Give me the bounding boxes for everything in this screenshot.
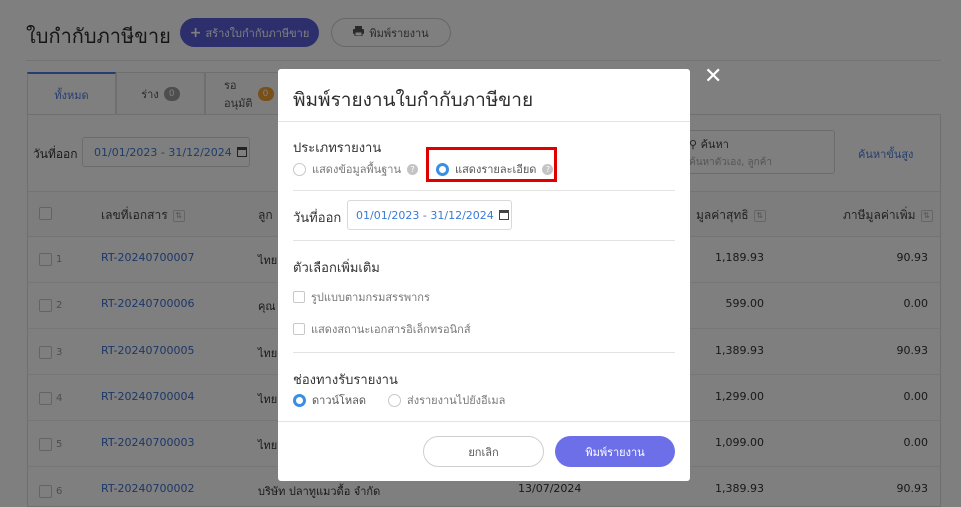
close-icon[interactable]: ✕ [704,66,722,88]
radio-button[interactable] [293,162,306,176]
print-report-dialog: พิมพ์รายงานใบกำกับภาษีขาย ประเภทรายงาน แ… [278,69,690,481]
date-range-value: 01/01/2023 - 31/12/2024 [356,208,494,222]
report-type-label: ประเภทรายงาน [293,141,382,156]
radio-download[interactable]: ดาวน์โหลด [293,391,366,409]
delivery-channel-label: ช่องทางรับรายงาน [293,373,398,388]
cancel-button[interactable]: ยกเลิก [423,436,544,467]
checkbox-label: รูปแบบตามกรมสรรพากร [311,291,430,304]
date-range-field[interactable]: 01/01/2023 - 31/12/2024 [347,200,512,230]
divider [293,352,675,353]
checkbox[interactable] [293,291,305,303]
dialog-title: พิมพ์รายงานใบกำกับภาษีขาย [293,89,534,111]
print-report-submit-button[interactable]: พิมพ์รายงาน [555,436,675,467]
calendar-icon [498,210,509,220]
checkbox-label: แสดงสถานะเอกสารอิเล็กทรอนิกส์ [311,323,471,336]
radio-button[interactable] [388,393,401,407]
checkbox-revenue-dept-format[interactable]: รูปแบบตามกรมสรรพากร [293,288,430,306]
radio-button[interactable] [293,393,306,407]
radio-label: ส่งรายงานไปยังอีเมล [407,394,506,407]
radio-label: ดาวน์โหลด [312,394,367,407]
radio-label: แสดงข้อมูลพื้นฐาน [312,163,401,176]
help-icon[interactable]: ? [406,163,418,175]
checkbox[interactable] [293,323,305,335]
divider [293,190,675,191]
issue-date-label: วันที่ออก [293,211,342,226]
highlight-box [426,147,557,182]
radio-basic-info[interactable]: แสดงข้อมูลพื้นฐาน ? [293,160,418,178]
radio-send-email[interactable]: ส่งรายงานไปยังอีเมล [388,391,505,409]
extra-options-label: ตัวเลือกเพิ่มเติม [293,261,380,276]
checkbox-e-document-status[interactable]: แสดงสถานะเอกสารอิเล็กทรอนิกส์ [293,320,471,338]
divider [278,121,690,122]
divider [278,421,690,422]
divider [293,240,675,241]
